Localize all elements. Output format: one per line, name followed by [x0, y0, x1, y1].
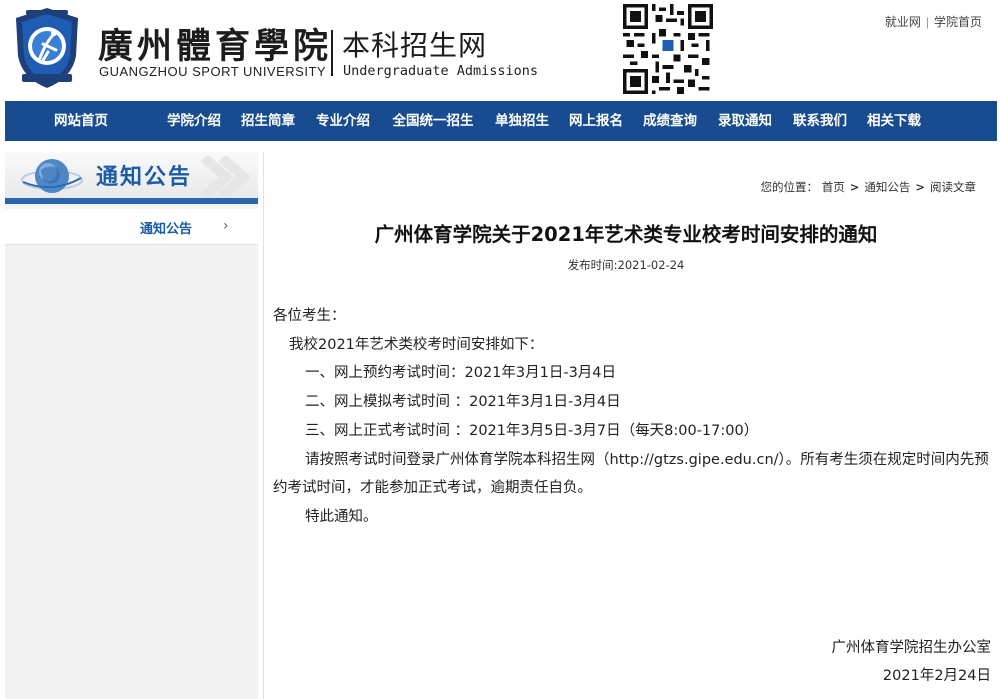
article-instruction: 请按照考试时间登录广州体育学院本科招生网（http://gtzs.gipe.ed…: [273, 451, 989, 497]
school-name-cn: 廣州體育學院: [98, 26, 333, 67]
article-schedule-item: 二、网上模拟考试时间 ：2021年3月1日-3月4日: [305, 394, 621, 411]
header: 廣州體育學院 GUANGZHOU SPORT UNIVERSITY 本科招生网 …: [0, 0, 1000, 100]
nav-item-about[interactable]: 学院介绍: [157, 101, 231, 141]
article-closing: 特此通知。: [305, 508, 378, 525]
globe-icon: [21, 159, 83, 193]
sidebar-accent-bar: [5, 198, 258, 204]
breadcrumb: 您的位置： 首页 > 通知公告 > 阅读文章: [761, 179, 976, 195]
column-divider: [263, 152, 264, 699]
sidebar: 通知公告 通知公告 ›: [5, 152, 258, 699]
top-link-home[interactable]: 学院首页: [934, 15, 982, 29]
article-title: 广州体育学院关于2021年艺术类专业校考时间安排的通知: [374, 223, 878, 246]
main-nav: 网站首页 学院介绍 招生简章 专业介绍 全国统一招生 单独招生 网上报名 成绩查…: [5, 101, 997, 141]
article-sign-date: 2021年2月24日: [882, 668, 991, 684]
breadcrumb-home[interactable]: 首页: [822, 180, 845, 194]
qr-code: [623, 4, 713, 94]
breadcrumb-notices[interactable]: 通知公告: [864, 180, 910, 194]
school-name-en: GUANGZHOU SPORT UNIVERSITY: [99, 64, 327, 79]
sidebar-header: 通知公告: [5, 152, 258, 198]
article-signer: 广州体育学院招生办公室: [831, 640, 992, 656]
emblem-logo: [16, 8, 78, 88]
article-schedule-item: 一、网上预约考试时间：2021年3月1日-3月4日: [305, 365, 617, 382]
nav-item-score-query[interactable]: 成绩查询: [633, 101, 707, 141]
top-link-jobs[interactable]: 就业网: [885, 15, 921, 29]
site-name-cn: 本科招生网: [342, 29, 488, 62]
breadcrumb-current: 阅读文章: [930, 180, 976, 194]
article-body: 各位考生： 我校2021年艺术类校考时间安排如下： 一、网上预约考试时间：202…: [273, 302, 991, 532]
top-links-separator: |: [925, 15, 929, 29]
nav-item-home[interactable]: 网站首页: [5, 101, 157, 141]
article-intro: 我校2021年艺术类校考时间安排如下：: [289, 336, 544, 353]
site-name-en: Undergraduate Admissions: [343, 63, 539, 79]
article-publish-time: 发布时间:2021-02-24: [567, 258, 685, 272]
sidebar-item-label: 通知公告: [140, 222, 193, 237]
nav-item-independent-admission[interactable]: 单独招生: [485, 101, 559, 141]
header-divider: [331, 30, 333, 76]
nav-item-brochure[interactable]: 招生简章: [231, 101, 305, 141]
nav-item-downloads[interactable]: 相关下载: [857, 101, 931, 141]
article-schedule-item: 三、网上正式考试时间 ：2021年3月5日-3月7日（每天8:00-17:00）: [305, 422, 759, 439]
breadcrumb-separator: >: [849, 180, 860, 194]
nav-item-online-registration[interactable]: 网上报名: [559, 101, 633, 141]
breadcrumb-separator: >: [915, 180, 925, 194]
breadcrumb-prefix: 您的位置：: [760, 180, 819, 194]
sidebar-item-notices[interactable]: 通知公告 ›: [5, 209, 258, 245]
top-links: 就业网 | 学院首页: [885, 13, 982, 30]
sidebar-title: 通知公告: [96, 165, 193, 190]
nav-item-national-admission[interactable]: 全国统一招生: [381, 101, 485, 141]
sidebar-header-chevron-decoration: [200, 156, 250, 198]
nav-item-admission-notice[interactable]: 录取通知: [707, 101, 783, 141]
nav-item-majors[interactable]: 专业介绍: [305, 101, 381, 141]
chevron-right-icon: ›: [223, 218, 229, 234]
article-salutation: 各位考生：: [273, 308, 346, 324]
nav-item-contact[interactable]: 联系我们: [783, 101, 857, 141]
